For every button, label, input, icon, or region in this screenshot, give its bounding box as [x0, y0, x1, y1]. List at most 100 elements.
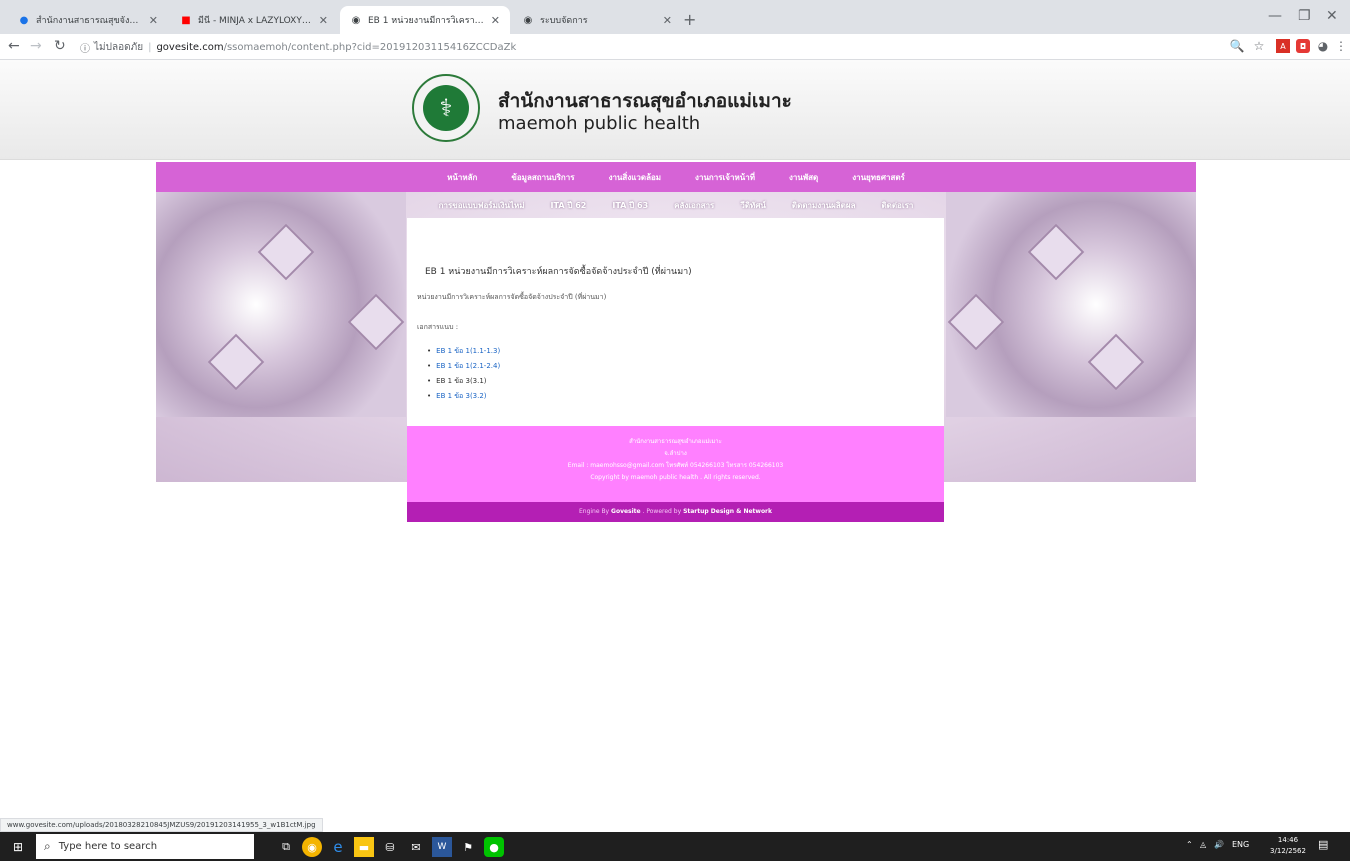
- powered-link[interactable]: Startup Design & Network: [683, 508, 772, 515]
- search-placeholder: Type here to search: [58, 841, 158, 852]
- url-separator: |: [148, 41, 152, 53]
- footer-copyright: Copyright by maemoh public health . All …: [590, 474, 761, 481]
- close-tab-icon[interactable]: ✕: [319, 14, 328, 27]
- url-path: /ssomaemoh/content.php?cid=2019120311541…: [223, 41, 517, 53]
- globe-icon: ◉: [523, 14, 533, 26]
- clock-date: 3/12/2562: [1270, 847, 1306, 855]
- attachment-link[interactable]: EB 1 ข้อ 3(3.2): [427, 389, 500, 404]
- attachments-label: เอกสารแนบ :: [417, 323, 459, 331]
- restore-icon[interactable]: ❐: [1298, 8, 1311, 24]
- main-nav: หน้าหลัก ข้อมูลสถานบริการ งานสิ่งแวดล้อม…: [156, 162, 1196, 192]
- tab-health-office[interactable]: ● สำนักงานสาธารณสุขจังหวัดลำปาง - ... ✕: [8, 6, 168, 34]
- globe-icon: ◉: [351, 14, 361, 26]
- tab-admin[interactable]: ◉ ระบบจัดการ ✕: [512, 6, 682, 34]
- nav-supplies[interactable]: งานพัสดุ: [789, 171, 818, 184]
- subnav-forms[interactable]: การขอแบบฟอร์มเงินไหม่: [439, 199, 525, 212]
- ornament-diamond: [257, 223, 315, 281]
- close-tab-icon[interactable]: ✕: [149, 14, 158, 27]
- attachment-link[interactable]: EB 1 ข้อ 3(3.1): [427, 374, 500, 389]
- volume-icon[interactable]: 🔊: [1214, 840, 1224, 849]
- subnav-contact[interactable]: ติดต่อเรา: [881, 199, 913, 212]
- tab-active-eb1[interactable]: ◉ EB 1 หน่วยงานมีการวิเคราะห์ผลการจั... …: [340, 6, 510, 34]
- engine-link[interactable]: Govesite: [611, 508, 641, 515]
- close-window-icon[interactable]: ✕: [1326, 8, 1338, 24]
- site-footer: สำนักงานสาธารณสุขอำเภอแม่เมาะ จ.ลำปาง Em…: [407, 426, 944, 502]
- close-tab-icon[interactable]: ✕: [491, 14, 500, 27]
- sub-nav: การขอแบบฟอร์มเงินไหม่ ITA ปี 62 ITA ปี 6…: [156, 192, 1196, 218]
- nav-home[interactable]: หน้าหลัก: [447, 171, 477, 184]
- taskbar-search[interactable]: ⌕ Type here to search: [36, 834, 254, 859]
- ornament-left: [156, 192, 406, 417]
- not-secure-label: ไม่ปลอดภัย: [94, 41, 144, 53]
- word-icon[interactable]: W: [432, 837, 452, 857]
- address-bar[interactable]: ⓘ ไม่ปลอดภัย | govesite.com /ssomaemoh/c…: [80, 37, 1200, 57]
- store-icon[interactable]: ⛁: [380, 837, 400, 857]
- chrome-icon[interactable]: ◉: [302, 837, 322, 857]
- line-app-icon[interactable]: ●: [484, 837, 504, 857]
- language-indicator[interactable]: ENG: [1232, 840, 1249, 849]
- windows-taskbar: ⊞ ⌕ Type here to search ⧉ ◉ e ▬ ⛁ ✉ W ⚑ …: [0, 832, 1350, 861]
- mail-icon[interactable]: ✉: [406, 837, 426, 857]
- nav-environment[interactable]: งานสิ่งแวดล้อม: [609, 171, 661, 184]
- ornament-diamond: [947, 293, 1005, 351]
- reload-icon[interactable]: ↻: [54, 38, 66, 54]
- subnav-documents[interactable]: คลังเอกสาร: [674, 199, 714, 212]
- ornament-diamond: [207, 333, 265, 391]
- content-panel: EB 1 หน่วยงานมีการวิเคราะห์ผลการจัดซื้อจ…: [407, 218, 944, 426]
- tray-chevron-icon[interactable]: ⌃: [1186, 840, 1193, 849]
- ornament-right: [946, 192, 1196, 417]
- post-title: EB 1 หน่วยงานมีการวิเคราะห์ผลการจัดซื้อจ…: [425, 267, 692, 277]
- windows-start-icon[interactable]: ⊞: [0, 832, 36, 861]
- menu-kebab-icon[interactable]: ⋮: [1334, 39, 1348, 53]
- engine-label: Engine By: [578, 508, 610, 515]
- youtube-icon: ■: [181, 14, 191, 26]
- taskbar-clock[interactable]: 14:46 3/12/2562: [1268, 835, 1308, 857]
- new-tab-button[interactable]: +: [683, 10, 696, 29]
- footer-contact: Email : maemohsso@gmail.com โทรศัพท์ 054…: [567, 462, 784, 469]
- clock-time: 14:46: [1277, 836, 1299, 844]
- subnav-ita-62[interactable]: ITA ปี 62: [551, 199, 587, 212]
- post-description: หน่วยงานมีการวิเคราะห์ผลการจัดซื้อจัดจ้า…: [417, 293, 607, 301]
- site-title-english: maemoh public health: [498, 113, 701, 134]
- person-icon: ●: [19, 14, 29, 26]
- search-icon: ⌕: [44, 839, 51, 853]
- extension-icon[interactable]: ◘: [1296, 39, 1310, 53]
- tab-youtube[interactable]: ■ มีนี - MINJA x LAZYLOXY feat. FI... ✕: [170, 6, 338, 34]
- zoom-icon[interactable]: 🔍: [1230, 39, 1245, 53]
- minimize-icon[interactable]: —: [1268, 8, 1282, 24]
- bookmark-star-icon[interactable]: ☆: [1252, 39, 1266, 53]
- network-icon[interactable]: ◬: [1200, 840, 1206, 849]
- footer-province: จ.ลำปาง: [664, 450, 687, 457]
- nav-facilities[interactable]: ข้อมูลสถานบริการ: [511, 171, 574, 184]
- browser-tab-strip: ● สำนักงานสาธารณสุขจังหวัดลำปาง - ... ✕ …: [0, 0, 1350, 34]
- notification-icon[interactable]: ▤: [1318, 838, 1328, 851]
- flag-app-icon[interactable]: ⚑: [458, 837, 478, 857]
- file-explorer-icon[interactable]: ▬: [354, 837, 374, 857]
- back-icon[interactable]: ←: [8, 38, 20, 54]
- profile-icon[interactable]: ◕: [1316, 39, 1330, 53]
- caduceus-icon: ⚕: [423, 85, 469, 131]
- subnav-ita-63[interactable]: ITA ปี 63: [612, 199, 648, 212]
- site-title-thai: สำนักงานสาธารณสุขอำเภอแม่เมาะ: [498, 90, 792, 112]
- forward-icon[interactable]: →: [30, 38, 42, 54]
- attachment-link[interactable]: EB 1 ข้อ 1(1.1-1.3): [427, 344, 500, 359]
- info-icon[interactable]: ⓘ: [80, 40, 90, 55]
- close-tab-icon[interactable]: ✕: [663, 14, 672, 27]
- footer-credits: Engine By Govesite . Powered by Startup …: [407, 502, 944, 522]
- powered-label: . Powered by: [642, 508, 682, 515]
- footer-org: สำนักงานสาธารณสุขอำเภอแม่เมาะ: [629, 438, 722, 445]
- web-page: ⚕ สำนักงานสาธารณสุขอำเภอแม่เมาะ maemoh p…: [0, 60, 1350, 832]
- ornament-diamond: [1027, 223, 1085, 281]
- subnav-tracking[interactable]: ติดตามงานผลิตผล: [792, 199, 856, 212]
- attachment-link[interactable]: EB 1 ข้อ 1(2.1-2.4): [427, 359, 500, 374]
- status-url-bubble: www.govesite.com/uploads/20180328210845J…: [0, 818, 323, 832]
- nav-personnel[interactable]: งานการเจ้าหน้าที่: [695, 171, 755, 184]
- ministry-logo[interactable]: ⚕: [412, 74, 480, 142]
- nav-strategy[interactable]: งานยุทธศาสตร์: [852, 171, 905, 184]
- edge-icon[interactable]: e: [328, 837, 348, 857]
- ornament-diamond: [347, 293, 405, 351]
- task-view-icon[interactable]: ⧉: [276, 837, 296, 857]
- browser-toolbar: ← → ↻ ⓘ ไม่ปลอดภัย | govesite.com /ssoma…: [0, 34, 1350, 60]
- subnav-videos[interactable]: วีดิทัศน์: [740, 199, 766, 212]
- pdf-extension-icon[interactable]: A: [1276, 39, 1290, 53]
